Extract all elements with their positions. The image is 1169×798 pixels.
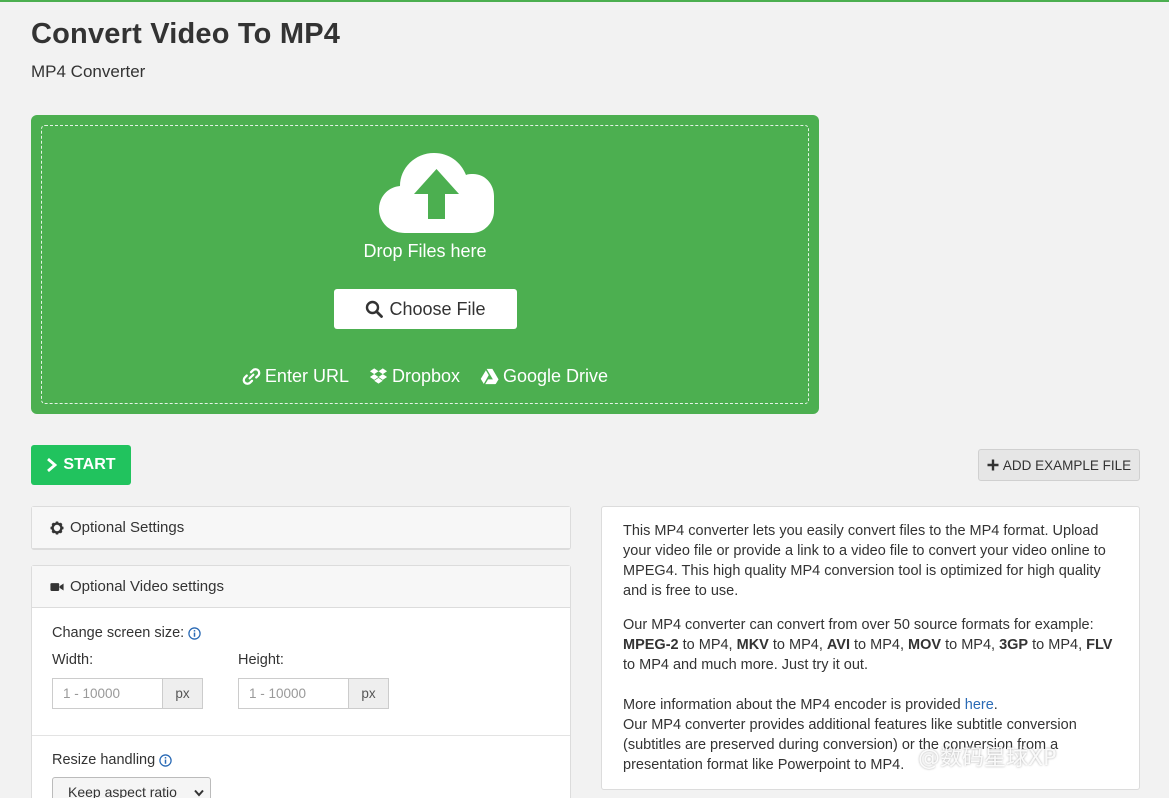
- description-paragraph-1: This MP4 converter lets you easily conve…: [623, 523, 1106, 599]
- google-drive-label: Google Drive: [503, 366, 609, 386]
- optional-settings-panel: Optional Settings: [31, 506, 571, 550]
- info-icon[interactable]: [188, 626, 201, 640]
- screen-size-text: Change screen size:: [52, 625, 185, 641]
- resize-handling-text: Resize handling: [52, 752, 156, 768]
- add-example-file-label: ADD EXAMPLE FILE: [1002, 457, 1132, 473]
- video-settings-label: Optional Video settings: [70, 578, 224, 595]
- description-paragraph-3: More information about the MP4 encoder i…: [623, 697, 998, 713]
- here-link[interactable]: here: [965, 697, 994, 713]
- height-input-group: px: [238, 678, 389, 709]
- google-drive-icon: [480, 368, 499, 385]
- upload-sources: Enter URL Dropbox Google Drive: [42, 366, 808, 387]
- choose-file-button[interactable]: Choose File: [334, 289, 517, 329]
- dropzone-border: Drop Files here Choose File Enter URL Dr…: [41, 125, 809, 404]
- video-settings-panel: Optional Video settings Change screen si…: [31, 565, 571, 798]
- height-unit: px: [348, 678, 389, 709]
- start-button[interactable]: START: [31, 445, 131, 485]
- drop-files-text: Drop Files here: [363, 241, 487, 261]
- width-input[interactable]: [52, 678, 162, 709]
- video-settings-header[interactable]: Optional Video settings: [32, 566, 570, 608]
- file-dropzone[interactable]: Drop Files here Choose File Enter URL Dr…: [31, 115, 819, 414]
- page-title: Convert Video To MP4: [31, 18, 341, 50]
- screen-size-label: Change screen size:: [52, 625, 201, 641]
- page-subtitle: MP4 Converter: [31, 62, 146, 81]
- video-camera-icon: [50, 582, 64, 591]
- width-input-group: px: [52, 678, 203, 709]
- dropbox-label: Dropbox: [391, 366, 461, 386]
- search-icon: [366, 300, 384, 318]
- width-label: Width:: [52, 652, 94, 668]
- top-accent-line: [0, 0, 1169, 2]
- start-label: START: [63, 456, 116, 473]
- description-box: This MP4 converter lets you easily conve…: [601, 506, 1140, 790]
- description-paragraph-2: Our MP4 converter can convert from over …: [623, 617, 1113, 673]
- resize-handling-label: Resize handling: [52, 752, 172, 768]
- dropbox-link[interactable]: Dropbox: [369, 366, 460, 387]
- cloud-upload-icon: [379, 153, 494, 233]
- settings-divider: [32, 735, 570, 736]
- optional-settings-label: Optional Settings: [70, 519, 185, 536]
- height-label: Height:: [238, 652, 284, 668]
- height-input[interactable]: [238, 678, 348, 709]
- dropbox-icon: [369, 368, 388, 384]
- width-unit: px: [162, 678, 203, 709]
- optional-settings-header[interactable]: Optional Settings: [32, 507, 570, 549]
- gear-icon: [50, 521, 64, 534]
- enter-url-link[interactable]: Enter URL: [242, 366, 349, 387]
- link-icon: [242, 368, 261, 385]
- info-icon[interactable]: [159, 753, 172, 767]
- chevron-right-icon: [47, 458, 58, 472]
- plus-icon: [987, 459, 999, 471]
- resize-handling-value: Keep aspect ratio: [68, 784, 177, 798]
- enter-url-label: Enter URL: [264, 366, 349, 386]
- choose-file-label: Choose File: [389, 298, 486, 319]
- chevron-down-icon: [194, 789, 204, 797]
- google-drive-link[interactable]: Google Drive: [480, 366, 608, 387]
- add-example-file-button[interactable]: ADD EXAMPLE FILE: [978, 449, 1140, 481]
- resize-handling-select[interactable]: Keep aspect ratio: [52, 777, 211, 798]
- watermark-text: @数码星球XP: [918, 746, 1057, 771]
